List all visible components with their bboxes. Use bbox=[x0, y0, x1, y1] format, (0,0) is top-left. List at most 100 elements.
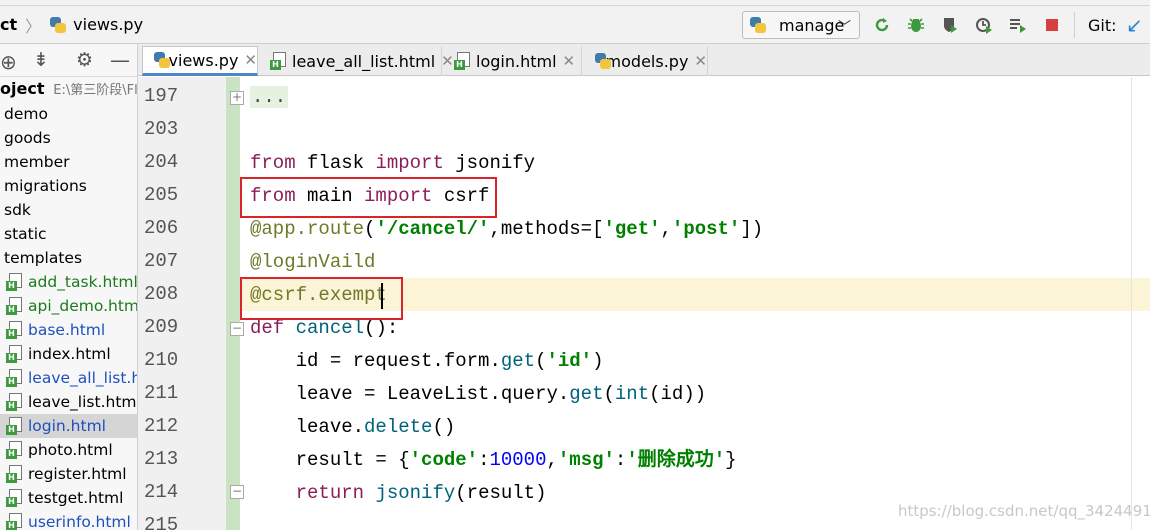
navigation-bar: ct 〉 views.py manage ﹀ Git: ↙ bbox=[0, 6, 1150, 44]
line-number: 206 bbox=[144, 217, 179, 239]
gear-icon[interactable]: ⚙ bbox=[76, 49, 93, 71]
crosshair-icon[interactable]: ⊕ bbox=[0, 50, 17, 74]
html-file-icon: H bbox=[6, 417, 24, 435]
annotation-box-import-csrf bbox=[240, 177, 497, 218]
toolbar-divider bbox=[1074, 12, 1075, 38]
code-line-212: leave.delete() bbox=[250, 416, 456, 438]
code-line-213: result = {'code':10000,'msg':'删除成功'} bbox=[250, 449, 737, 471]
project-root[interactable]: oject E:\第三阶段\Fla bbox=[0, 79, 137, 98]
tab-label: models.py bbox=[605, 51, 689, 71]
tree-file-leave-all-list[interactable]: H leave_all_list.ht bbox=[0, 366, 137, 390]
tab-label: login.html bbox=[476, 51, 557, 71]
tree-folder-sdk[interactable]: sdk bbox=[0, 198, 137, 222]
code-editor[interactable]: 197 203 204 205 206 207 208 209 210 211 … bbox=[138, 77, 1150, 530]
collapsed-region[interactable]: ... bbox=[250, 86, 289, 108]
tree-file-register[interactable]: H register.html bbox=[0, 462, 137, 486]
project-tree: demo goods member migrations sdk static … bbox=[0, 102, 138, 530]
annotation-box-csrf-exempt bbox=[240, 277, 403, 320]
code-line-211: leave = LeaveList.query.get(int(id)) bbox=[250, 383, 707, 405]
code-line-210: id = request.form.get('id') bbox=[250, 350, 604, 372]
stop-icon[interactable] bbox=[1042, 15, 1062, 35]
html-file-icon: H bbox=[6, 465, 24, 483]
html-file-icon: H bbox=[6, 369, 24, 387]
tree-file-leave-list[interactable]: H leave_list.html bbox=[0, 390, 138, 414]
minimize-icon[interactable]: — bbox=[110, 48, 130, 72]
line-number: 211 bbox=[144, 382, 179, 404]
python-config-icon bbox=[749, 16, 767, 34]
tab-leave-all-list[interactable]: H leave_all_list.html ✕ bbox=[260, 46, 454, 76]
html-file-icon: H bbox=[6, 297, 24, 315]
tree-file-label: api_demo.html bbox=[28, 297, 138, 315]
python-file-icon bbox=[49, 16, 67, 34]
tree-file-label: leave_list.html bbox=[28, 393, 138, 411]
run-configuration-select[interactable]: manage ﹀ bbox=[742, 11, 860, 39]
tree-file-login[interactable]: H login.html bbox=[0, 414, 137, 438]
tree-folder-member[interactable]: member bbox=[0, 150, 137, 174]
line-number: 210 bbox=[144, 349, 179, 371]
line-number: 215 bbox=[144, 514, 179, 530]
breadcrumb-file[interactable]: views.py bbox=[73, 15, 143, 34]
line-number: 207 bbox=[144, 250, 179, 272]
line-number: 205 bbox=[144, 184, 179, 206]
tree-folder-templates[interactable]: templates bbox=[0, 246, 137, 270]
line-number: 213 bbox=[144, 448, 179, 470]
tree-folder-goods[interactable]: goods bbox=[0, 126, 137, 150]
breadcrumb-project[interactable]: ct bbox=[0, 15, 17, 34]
tree-file-label: photo.html bbox=[28, 441, 113, 459]
tab-models-py[interactable]: models.py ✕ bbox=[584, 46, 708, 76]
git-update-arrow-icon[interactable]: ↙ bbox=[1126, 13, 1143, 37]
tree-file-label: login.html bbox=[28, 417, 106, 435]
vcs-change-marker bbox=[226, 77, 240, 530]
tree-folder-migrations[interactable]: migrations bbox=[0, 174, 137, 198]
run-configuration-label: manage bbox=[779, 15, 845, 35]
python-file-icon bbox=[594, 52, 611, 70]
code-line-197: ... bbox=[250, 81, 1150, 114]
tab-label: views.py bbox=[168, 50, 239, 70]
profile-icon[interactable] bbox=[974, 15, 994, 35]
html-file-icon: H bbox=[6, 345, 24, 363]
tree-folder-static[interactable]: static bbox=[0, 222, 137, 246]
tree-file-add-task[interactable]: H add_task.html bbox=[0, 270, 138, 294]
tab-views-py[interactable]: views.py ✕ bbox=[142, 46, 258, 76]
coverage-icon[interactable] bbox=[940, 15, 960, 35]
line-number: 208 bbox=[144, 283, 179, 305]
tree-file-label: add_task.html bbox=[28, 273, 138, 291]
html-file-icon: H bbox=[6, 273, 24, 291]
line-number: 214 bbox=[144, 481, 179, 503]
line-number: 197 bbox=[144, 85, 179, 107]
expand-fold-icon[interactable]: + bbox=[230, 91, 244, 105]
code-line-207: @loginVaild bbox=[250, 251, 376, 273]
line-number: 212 bbox=[144, 415, 179, 437]
code-line-204: from flask import jsonify bbox=[250, 152, 536, 174]
tree-file-photo[interactable]: H photo.html bbox=[0, 438, 137, 462]
tree-file-userinfo[interactable]: H userinfo.html bbox=[0, 510, 137, 530]
tree-file-testget[interactable]: H testget.html bbox=[0, 486, 137, 510]
collapse-all-icon[interactable]: ⇟ bbox=[33, 49, 49, 71]
tree-file-api-demo[interactable]: H api_demo.html bbox=[0, 294, 138, 318]
line-number: 203 bbox=[144, 118, 179, 140]
run-with-concurrency-icon[interactable] bbox=[1008, 15, 1028, 35]
close-icon[interactable]: ✕ bbox=[244, 51, 257, 69]
close-icon[interactable]: ✕ bbox=[563, 52, 576, 70]
tree-file-label: index.html bbox=[28, 345, 111, 363]
html-file-icon: H bbox=[6, 441, 24, 459]
tree-file-index[interactable]: H index.html bbox=[0, 342, 137, 366]
tree-file-label: testget.html bbox=[28, 489, 124, 507]
chevron-down-icon: ﹀ bbox=[837, 20, 851, 35]
project-root-title: oject bbox=[0, 79, 45, 98]
html-file-icon: H bbox=[6, 489, 24, 507]
close-icon[interactable]: ✕ bbox=[694, 52, 707, 70]
watermark: https://blog.csdn.net/qq_34244910 bbox=[898, 502, 1150, 520]
line-number: 209 bbox=[144, 316, 179, 338]
line-number: 204 bbox=[144, 151, 179, 173]
rerun-icon[interactable] bbox=[872, 15, 892, 35]
debug-icon[interactable] bbox=[906, 15, 926, 35]
html-file-icon: H bbox=[6, 393, 24, 411]
tree-file-base[interactable]: H base.html bbox=[0, 318, 137, 342]
html-file-icon: H bbox=[270, 52, 288, 70]
collapse-fold-icon[interactable]: − bbox=[230, 485, 244, 499]
tree-folder-demo[interactable]: demo bbox=[0, 102, 137, 126]
html-file-icon: H bbox=[6, 513, 24, 530]
collapse-fold-icon[interactable]: − bbox=[230, 322, 244, 336]
tab-login-html[interactable]: H login.html ✕ bbox=[444, 46, 582, 76]
